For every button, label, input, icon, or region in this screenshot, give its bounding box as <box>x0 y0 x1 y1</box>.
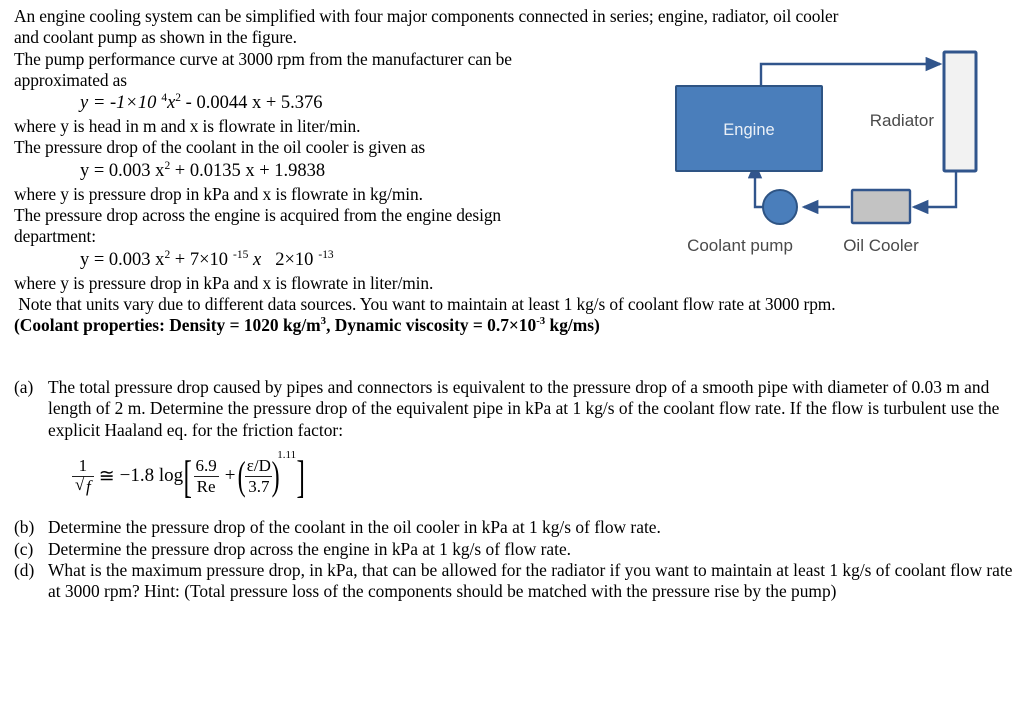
cooling-system-diagram: Engine Radiator Oil Cooler Coolant pump <box>668 42 1018 267</box>
haaland-lhs-denominator: f <box>72 475 94 496</box>
eq-oilcooler-lhs: y = 0.003 x <box>80 160 165 181</box>
properties-prefix: (Coolant properties: Density = 1020 kg/m <box>14 315 321 336</box>
question-text-b: Determine the pressure drop of the coola… <box>48 517 661 538</box>
question-item-b: (b) Determine the pressure drop of the c… <box>14 517 1014 538</box>
pump-curve-line-1: The pump performance curve at 3000 rpm f… <box>14 48 512 69</box>
eq-pump-rhs: - 0.0044 x + 5.376 <box>185 93 323 114</box>
haaland-close-bracket: ] <box>296 450 305 502</box>
haaland-close-paren: ) <box>271 452 280 498</box>
where-pump: where y is head in m and x is flowrate i… <box>14 116 361 137</box>
question-item-a: (a) The total pressure drop caused by pi… <box>14 377 1014 441</box>
question-text-c: Determine the pressure drop across the e… <box>48 538 572 559</box>
intro-line-1: An engine cooling system can be simplifi… <box>14 6 839 26</box>
haaland-term1-denominator: Re <box>193 475 219 496</box>
eq-engine-exponent-3: -13 <box>318 248 334 261</box>
coolant-pump-label: Coolant pump <box>687 236 793 255</box>
intro-line-2: and coolant pump as shown in the figure. <box>14 27 297 48</box>
radiator-label: Radiator <box>870 111 935 130</box>
eq-engine-lhs: y = 0.003 x <box>80 249 165 270</box>
haaland-term2-fraction: ε/D 3.7 <box>244 457 274 496</box>
question-text-a: The total pressure drop caused by pipes … <box>48 377 1000 440</box>
haaland-lhs-numerator: 1 <box>78 455 88 475</box>
eq-engine-tail: 2×10 <box>275 249 314 270</box>
oil-cooler-label: Oil Cooler <box>843 236 919 255</box>
haaland-lhs-fraction: 1 f <box>72 457 94 496</box>
haaland-friction-symbol: f <box>86 476 91 496</box>
eq-pump-lhs: y = -1×10 <box>80 93 157 114</box>
where-oil-cooler: where y is pressure drop in kPa and x is… <box>14 183 423 204</box>
arrow-engine-to-radiator <box>759 56 943 86</box>
haaland-open-bracket: [ <box>183 450 193 502</box>
question-list: (a) The total pressure drop caused by pi… <box>14 377 1014 603</box>
eq-engine-mid: + 7×10 <box>174 249 229 270</box>
engine-label: Engine <box>723 121 774 139</box>
haaland-term1-fraction: 6.9 Re <box>192 457 219 496</box>
oil-cooler-intro: The pressure drop of the coolant in the … <box>14 137 426 158</box>
eq-oilcooler-exponent: 2 <box>164 159 171 172</box>
eq-engine-exponent-2: -15 <box>233 248 249 261</box>
viscosity-exponent: -3 <box>536 315 546 328</box>
haaland-equation: 1 f ≅ −1.8 log [ 6.9 Re + ( ε/D 3.7 ) 1.… <box>14 447 1014 509</box>
question-marker-b: (b) <box>14 517 35 538</box>
haaland-term1-numerator: 6.9 <box>195 455 217 475</box>
eq-pump-exponent-2: 2 <box>175 92 182 105</box>
question-item-d: (d) What is the maximum pressure drop, i… <box>14 560 1014 603</box>
eq-engine-variable: x <box>252 249 262 270</box>
haaland-term2-denominator: 3.7 <box>245 475 273 496</box>
units-note-text: Note that units vary due to different da… <box>18 293 836 314</box>
question-marker-d: (d) <box>14 560 35 581</box>
haaland-coefficient: −1.8 log <box>119 465 184 487</box>
eq-engine-exponent-1: 2 <box>164 248 171 261</box>
radiator-box <box>942 50 978 173</box>
oil-cooler-box <box>850 188 912 225</box>
units-note: Note that units vary due to different da… <box>14 294 1012 315</box>
question-item-c: (c) Determine the pressure drop across t… <box>14 539 1014 560</box>
engine-intro-line-2: department: <box>14 226 96 247</box>
properties-suffix: kg/ms) <box>545 315 600 336</box>
haaland-open-paren: ( <box>238 452 247 498</box>
question-marker-a: (a) <box>14 377 34 397</box>
haaland-plus-sign: + <box>224 465 236 487</box>
haaland-approx-sign: ≅ <box>98 465 115 487</box>
pump-curve-line-2: approximated as <box>14 69 127 90</box>
engine-intro-line-1: The pressure drop across the engine is a… <box>14 205 502 226</box>
haaland-term2-numerator: ε/D <box>246 455 271 475</box>
properties-middle: , Dynamic viscosity = 0.7×10 <box>326 315 537 336</box>
question-marker-c: (c) <box>14 538 34 559</box>
where-engine: where y is pressure drop in kPa and x is… <box>14 272 434 293</box>
coolant-properties: (Coolant properties: Density = 1020 kg/m… <box>14 315 1010 336</box>
question-text-d: What is the maximum pressure drop, in kP… <box>48 560 1013 602</box>
arrow-radiator-to-oil-cooler <box>911 171 958 215</box>
eq-oilcooler-rhs: + 0.0135 x + 1.9838 <box>174 160 326 181</box>
coolant-pump-circle <box>762 189 798 225</box>
